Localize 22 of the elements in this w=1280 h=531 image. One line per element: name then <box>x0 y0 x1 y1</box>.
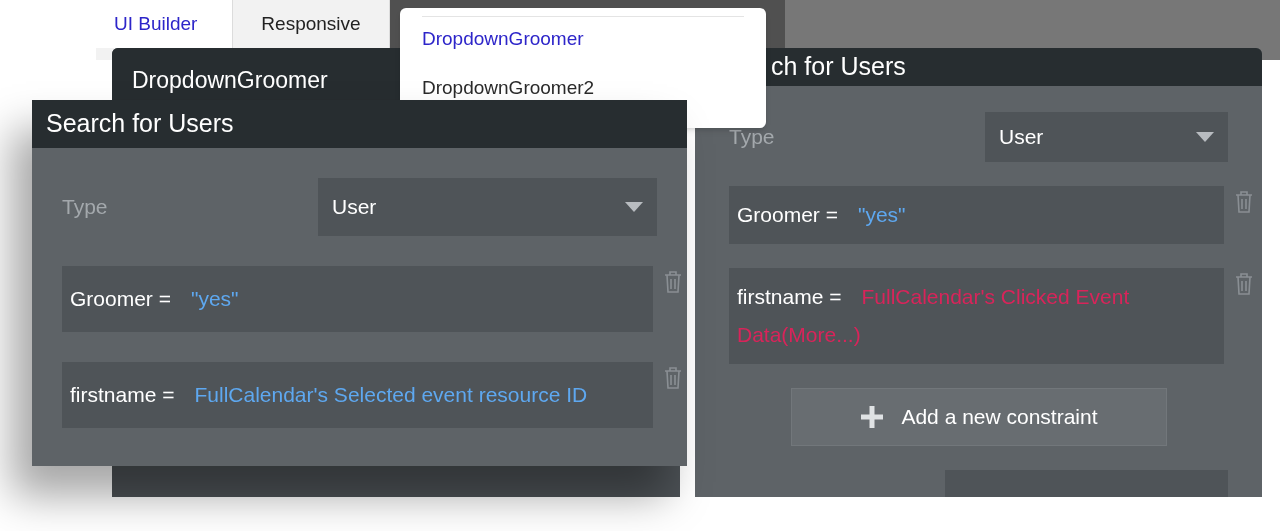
panel-title: ch for Users <box>771 51 906 82</box>
menu-item[interactable]: DropdownGroomer <box>422 28 744 50</box>
plus-icon <box>859 403 886 430</box>
constraint-row[interactable]: firstname = FullCalendar's Selected event resource ID <box>62 362 653 428</box>
trash-icon[interactable] <box>1234 189 1254 214</box>
type-dropdown[interactable]: User <box>985 111 1228 162</box>
tab[interactable]: UI Builder <box>96 0 233 48</box>
trash-icon[interactable] <box>663 366 683 390</box>
trash-icon[interactable] <box>1234 271 1254 296</box>
constraint-row[interactable]: Groomer = "yes" <box>729 185 1224 244</box>
panel-title: DropdownGroomer <box>132 65 328 95</box>
type-label: Type <box>729 123 776 150</box>
type-dropdown[interactable]: User <box>318 178 657 236</box>
caret-icon <box>1196 131 1214 142</box>
constraint-row[interactable]: Groomer = "yes" <box>62 266 653 332</box>
panel-title: Search for Users <box>46 108 234 140</box>
trash-icon[interactable] <box>663 270 683 294</box>
type-label: Type <box>62 194 109 221</box>
menu-item[interactable]: DropdownGroomer2 <box>422 77 744 99</box>
caret-icon <box>625 202 643 212</box>
constraint-row[interactable]: firstname = FullCalendar's Clicked Event Data(More...) <box>729 267 1224 364</box>
add-constraint-button[interactable]: Add a new constraint <box>790 387 1167 446</box>
